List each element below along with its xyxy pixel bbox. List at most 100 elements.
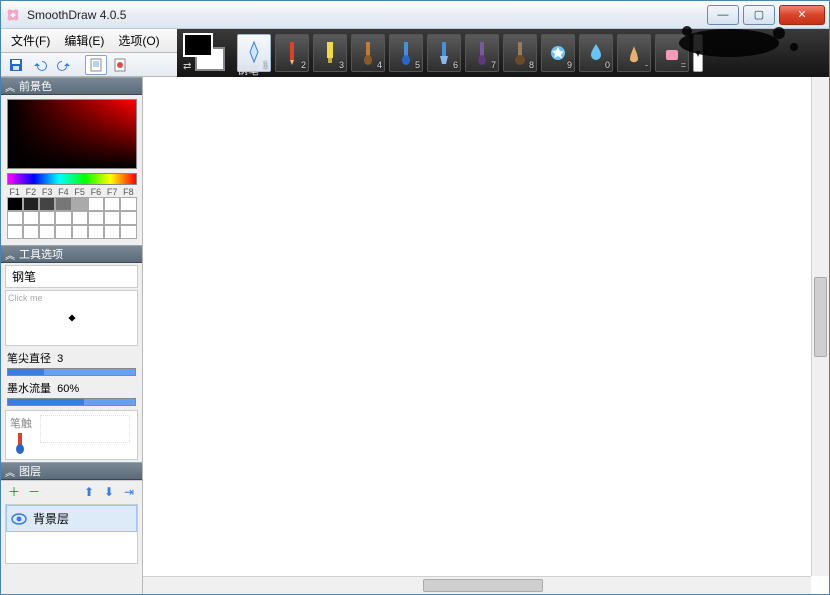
swatch[interactable] bbox=[23, 225, 39, 239]
menu-bar: 文件(F) 编辑(E) 选项(O) bbox=[1, 29, 177, 53]
menu-edit[interactable]: 编辑(E) bbox=[58, 30, 110, 51]
layer-toolbar: ＋ － ⬆ ⬇ ⇥ bbox=[1, 480, 142, 502]
tool-water[interactable]: 0 bbox=[579, 34, 613, 72]
swatch[interactable] bbox=[104, 211, 120, 225]
tool-marker[interactable]: 3 bbox=[313, 34, 347, 72]
hue-slider[interactable] bbox=[7, 173, 137, 185]
window-title: SmoothDraw 4.0.5 bbox=[27, 8, 707, 22]
canvas-area bbox=[143, 77, 829, 594]
swatch[interactable] bbox=[39, 225, 55, 239]
stroke-preview bbox=[40, 415, 130, 443]
doc-b-button[interactable] bbox=[109, 55, 131, 75]
tool-eraser[interactable]: = bbox=[655, 34, 689, 72]
swatch[interactable] bbox=[55, 211, 71, 225]
collapse-icon: ︽ bbox=[5, 79, 15, 94]
tool-strip: ⇄ 1 2 3 4 5 6 7 8 9 0 - = ▾ 钢笔 bbox=[177, 29, 829, 77]
quick-toolbar bbox=[1, 53, 177, 77]
swatch[interactable] bbox=[7, 211, 23, 225]
panel-tool-options-header[interactable]: ︽工具选项 bbox=[1, 245, 142, 263]
layer-delete-button[interactable]: － bbox=[25, 483, 43, 501]
swatch-fkey-labels: F1F2F3F4F5F6F7F8 bbox=[7, 187, 137, 197]
swatch[interactable] bbox=[72, 211, 88, 225]
ink-flow-slider[interactable] bbox=[7, 398, 136, 406]
swatch[interactable] bbox=[7, 197, 23, 211]
swatch[interactable] bbox=[23, 211, 39, 225]
swatch[interactable] bbox=[104, 225, 120, 239]
scroll-thumb[interactable] bbox=[814, 277, 827, 357]
tool-brush-5[interactable]: 8 bbox=[503, 34, 537, 72]
doc-a-button[interactable] bbox=[85, 55, 107, 75]
tip-diameter-row: 笔尖直径 3 bbox=[1, 348, 142, 378]
collapse-icon: ︽ bbox=[5, 464, 15, 479]
layer-name: 背景层 bbox=[33, 510, 69, 527]
swatch-row-1 bbox=[7, 197, 137, 211]
layer-item[interactable]: 背景层 bbox=[6, 505, 137, 532]
app-icon bbox=[5, 7, 21, 23]
brush-preview: 笔触 bbox=[5, 410, 138, 460]
brush-icon[interactable] bbox=[10, 431, 30, 455]
curve-handle[interactable] bbox=[68, 314, 75, 321]
tool-brush-4[interactable]: 7 bbox=[465, 34, 499, 72]
layer-add-button[interactable]: ＋ bbox=[5, 483, 23, 501]
swap-colors-icon[interactable]: ⇄ bbox=[183, 61, 195, 73]
swatch[interactable] bbox=[23, 197, 39, 211]
scroll-thumb[interactable] bbox=[423, 579, 543, 592]
swatch[interactable] bbox=[88, 225, 104, 239]
ink-splash-decoration bbox=[669, 23, 809, 63]
undo-button[interactable] bbox=[29, 55, 51, 75]
swatch[interactable] bbox=[72, 225, 88, 239]
menu-options[interactable]: 选项(O) bbox=[112, 30, 165, 51]
title-bar[interactable]: SmoothDraw 4.0.5 — ▢ ✕ bbox=[1, 1, 829, 29]
collapse-icon: ︽ bbox=[5, 247, 15, 262]
swatch[interactable] bbox=[39, 197, 55, 211]
swatch[interactable] bbox=[55, 197, 71, 211]
menu-file[interactable]: 文件(F) bbox=[5, 30, 56, 51]
swatch[interactable] bbox=[120, 197, 136, 211]
tool-brush-1[interactable]: 4 bbox=[351, 34, 385, 72]
swatch[interactable] bbox=[120, 225, 136, 239]
swatch[interactable] bbox=[55, 225, 71, 239]
swatch-row-2 bbox=[7, 211, 137, 225]
selected-tool-label: 钢笔 bbox=[237, 62, 259, 78]
swatch[interactable] bbox=[104, 197, 120, 211]
swatch[interactable] bbox=[88, 197, 104, 211]
tool-brush-2[interactable]: 5 bbox=[389, 34, 423, 72]
layer-down-button[interactable]: ⬇ bbox=[100, 483, 118, 501]
layer-up-button[interactable]: ⬆ bbox=[80, 483, 98, 501]
tip-diameter-value: 3 bbox=[57, 353, 63, 365]
color-swatch[interactable]: ⇄ bbox=[183, 33, 227, 73]
swatch[interactable] bbox=[39, 211, 55, 225]
current-tool-name: 钢笔 bbox=[5, 265, 138, 288]
tool-star[interactable]: 9 bbox=[541, 34, 575, 72]
pressure-curve[interactable]: Click me bbox=[5, 290, 138, 346]
panel-foreground-header[interactable]: ︽前景色 bbox=[1, 77, 142, 95]
redo-button[interactable] bbox=[53, 55, 75, 75]
swatch[interactable] bbox=[88, 211, 104, 225]
app-window: SmoothDraw 4.0.5 — ▢ ✕ 文件(F) 编辑(E) 选项(O) bbox=[0, 0, 830, 595]
tool-brush-3[interactable]: 6 bbox=[427, 34, 461, 72]
tip-diameter-slider[interactable] bbox=[7, 368, 136, 376]
save-button[interactable] bbox=[5, 55, 27, 75]
horizontal-scrollbar[interactable] bbox=[143, 576, 811, 594]
minimize-button[interactable]: — bbox=[707, 5, 739, 25]
window-buttons: — ▢ ✕ bbox=[707, 5, 825, 25]
layer-merge-button[interactable]: ⇥ bbox=[120, 483, 138, 501]
layer-list: 背景层 bbox=[5, 504, 138, 564]
tool-pencil[interactable]: 2 bbox=[275, 34, 309, 72]
close-button[interactable]: ✕ bbox=[779, 5, 825, 25]
panel-tool-options: 钢笔 Click me 笔尖直径 3 墨水流量 60% 笔触 bbox=[1, 263, 142, 462]
maximize-button[interactable]: ▢ bbox=[743, 5, 775, 25]
vertical-scrollbar[interactable] bbox=[811, 77, 829, 576]
color-field[interactable] bbox=[7, 99, 137, 169]
foreground-color-chip[interactable] bbox=[183, 33, 213, 57]
panel-layers-header[interactable]: ︽图层 bbox=[1, 462, 142, 480]
swatch[interactable] bbox=[7, 225, 23, 239]
eye-icon[interactable] bbox=[11, 513, 27, 525]
tool-strip-more[interactable]: ▾ bbox=[693, 34, 703, 72]
swatch[interactable] bbox=[120, 211, 136, 225]
ink-flow-row: 墨水流量 60% bbox=[1, 378, 142, 408]
swatch[interactable] bbox=[72, 197, 88, 211]
tool-smudge[interactable]: - bbox=[617, 34, 651, 72]
panel-foreground: F1F2F3F4F5F6F7F8 bbox=[1, 95, 142, 245]
drawing-canvas[interactable] bbox=[143, 77, 829, 594]
